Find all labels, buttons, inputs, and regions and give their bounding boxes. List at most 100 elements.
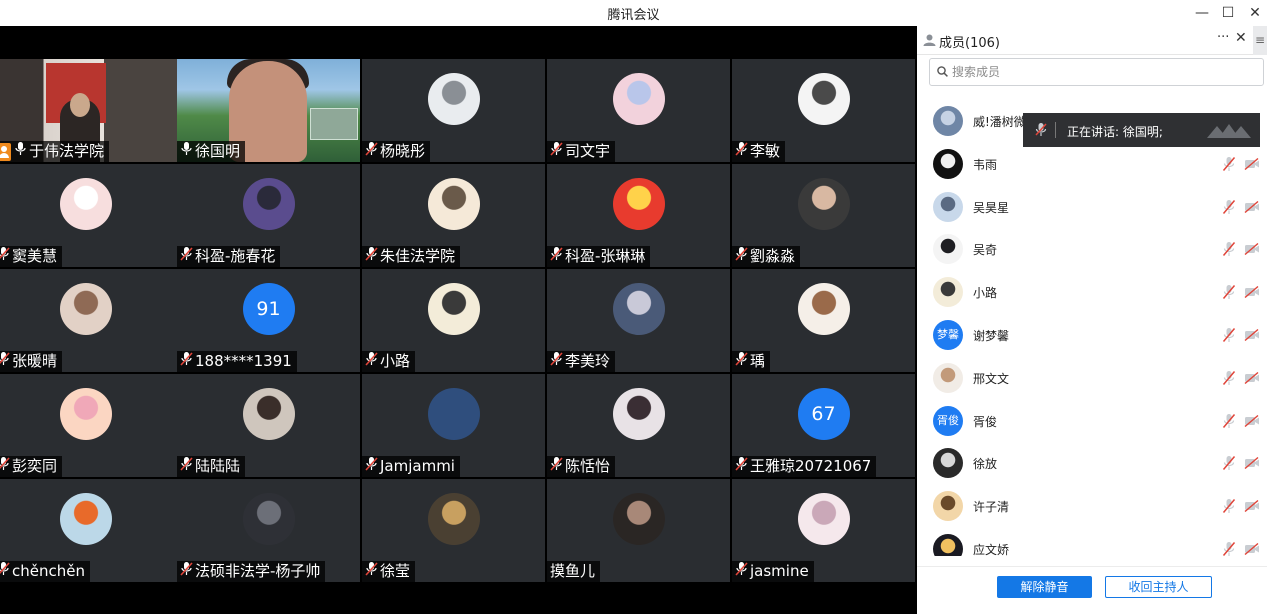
- mic-muted-icon[interactable]: [1222, 156, 1236, 172]
- minimize-button[interactable]: —: [1190, 2, 1214, 24]
- camera-off-icon[interactable]: [1244, 371, 1260, 384]
- member-row[interactable]: 梦馨 谢梦馨: [917, 314, 1267, 356]
- search-box[interactable]: [929, 58, 1264, 86]
- participant-tile[interactable]: 窦美慧: [0, 164, 177, 267]
- participant-name: 小路: [380, 352, 411, 370]
- participant-name-tag: 劉淼淼: [732, 246, 801, 267]
- participant-tile[interactable]: 陈恬怡: [547, 374, 730, 477]
- member-row[interactable]: 韦雨: [917, 143, 1267, 185]
- participant-name: 杨晓彤: [380, 142, 426, 160]
- participant-name-tag: 徐莹: [362, 561, 416, 582]
- participant-name: 科盈-张琳琳: [565, 247, 646, 265]
- participant-name-tag: 陈恬怡: [547, 456, 616, 477]
- participant-tile[interactable]: 法硕非法学-杨子帅: [177, 479, 360, 582]
- reclaim-host-button[interactable]: 收回主持人: [1105, 576, 1212, 598]
- participant-tile[interactable]: 小路: [362, 269, 545, 372]
- participant-tile[interactable]: 李敏: [732, 59, 915, 162]
- member-row[interactable]: 许子清: [917, 485, 1267, 527]
- participant-tile[interactable]: 瑀: [732, 269, 915, 372]
- participant-avatar: [59, 283, 112, 335]
- more-options-button[interactable]: ···: [1217, 30, 1229, 45]
- participant-tile[interactable]: 朱佳法学院: [362, 164, 545, 267]
- search-input[interactable]: [952, 62, 1252, 82]
- member-row[interactable]: 吴昊星: [917, 186, 1267, 228]
- participant-name: chěnchěn: [12, 562, 85, 580]
- member-name: 邢文文: [973, 371, 1010, 386]
- mic-muted-icon[interactable]: [1222, 455, 1236, 471]
- participant-tile[interactable]: 杨晓彤: [362, 59, 545, 162]
- camera-off-icon[interactable]: [1244, 500, 1260, 513]
- participant-tile[interactable]: 徐莹: [362, 479, 545, 582]
- mic-muted-icon: [0, 351, 12, 372]
- participant-tile[interactable]: 彭奕同: [0, 374, 177, 477]
- mic-muted-icon[interactable]: [1222, 370, 1236, 386]
- mic-muted-icon: [735, 561, 750, 582]
- participant-name: Jamjammi: [380, 457, 455, 475]
- mic-muted-icon[interactable]: [1222, 541, 1236, 556]
- camera-off-icon[interactable]: [1244, 286, 1260, 299]
- participant-tile[interactable]: 科盈-张琳琳: [547, 164, 730, 267]
- window-title: 腾讯会议: [607, 8, 660, 23]
- participant-tile[interactable]: 张暖晴: [0, 269, 177, 372]
- participant-tile[interactable]: 科盈-施春花: [177, 164, 360, 267]
- camera-off-icon[interactable]: [1244, 414, 1260, 427]
- participant-avatar: [797, 493, 850, 545]
- participant-avatar: [427, 283, 480, 335]
- participant-tile[interactable]: 陆陆陆: [177, 374, 360, 477]
- participant-name-tag: 徐国明: [177, 141, 246, 162]
- divider: [1055, 122, 1056, 138]
- mic-muted-icon[interactable]: [1222, 327, 1236, 343]
- participant-name-tag: 司文宇: [547, 141, 616, 162]
- participant-tile[interactable]: 劉淼淼: [732, 164, 915, 267]
- participant-tile[interactable]: 李美玲: [547, 269, 730, 372]
- mic-icon: [180, 141, 195, 162]
- participant-avatar: [59, 178, 112, 230]
- members-panel-title: 成员(106): [939, 36, 1000, 51]
- participant-tile[interactable]: 67 王雅琼20721067: [732, 374, 915, 477]
- mic-muted-icon[interactable]: [1222, 413, 1236, 429]
- member-name: 吴昊星: [973, 200, 1010, 215]
- camera-off-icon[interactable]: [1244, 543, 1260, 555]
- mic-muted-icon[interactable]: [1222, 241, 1236, 257]
- participant-tile[interactable]: 于伟法学院: [0, 59, 177, 162]
- member-row[interactable]: 应文娇: [917, 528, 1267, 556]
- participant-tile[interactable]: chěnchěn: [0, 479, 177, 582]
- camera-off-icon[interactable]: [1244, 457, 1260, 470]
- mic-muted-icon[interactable]: [1222, 498, 1236, 514]
- unmute-all-button[interactable]: 解除静音: [997, 576, 1092, 598]
- camera-off-icon[interactable]: [1244, 243, 1260, 256]
- member-row[interactable]: 吴奇: [917, 228, 1267, 270]
- speaking-indicator: 正在讲话: 徐国明;: [1023, 113, 1260, 147]
- member-row[interactable]: 胥俊 胥俊: [917, 400, 1267, 442]
- close-window-button[interactable]: ✕: [1243, 2, 1267, 24]
- member-avatar: 胥俊: [933, 405, 963, 436]
- maximize-button[interactable]: ☐: [1216, 2, 1240, 24]
- camera-off-icon[interactable]: [1244, 329, 1260, 341]
- participant-avatar: [612, 388, 665, 440]
- participant-tile[interactable]: jasmine: [732, 479, 915, 582]
- participant-tile[interactable]: 摸鱼儿: [547, 479, 730, 582]
- participant-name-tag: 科盈-施春花: [177, 246, 281, 267]
- participant-name-tag: chěnchěn: [0, 561, 90, 582]
- member-row[interactable]: 徐放: [917, 442, 1267, 484]
- participant-avatar: [427, 493, 480, 545]
- member-row[interactable]: 邢文文: [917, 357, 1267, 399]
- participant-tile[interactable]: 司文宇: [547, 59, 730, 162]
- participant-tile[interactable]: 徐国明: [177, 59, 360, 162]
- camera-off-icon[interactable]: [1244, 200, 1260, 213]
- mic-muted-icon[interactable]: [1222, 199, 1236, 215]
- member-name: 谢梦馨: [973, 329, 1010, 343]
- participant-tile[interactable]: 91 188****1391: [177, 269, 360, 372]
- participant-tile[interactable]: Jamjammi: [362, 374, 545, 477]
- member-row[interactable]: 小路: [917, 271, 1267, 313]
- close-panel-button[interactable]: ✕: [1235, 30, 1247, 46]
- participant-name-tag: 李敏: [732, 141, 786, 162]
- mic-muted-icon[interactable]: [1222, 284, 1236, 300]
- camera-off-icon[interactable]: [1244, 157, 1260, 170]
- mic-muted-icon: [550, 141, 565, 162]
- member-name: 应文娇: [973, 543, 1010, 556]
- participant-avatar: [797, 283, 850, 335]
- participant-name-tag: 杨晓彤: [362, 141, 431, 162]
- panel-sidebar-toggle[interactable]: ≡: [1253, 26, 1267, 55]
- member-avatar: [933, 234, 963, 265]
